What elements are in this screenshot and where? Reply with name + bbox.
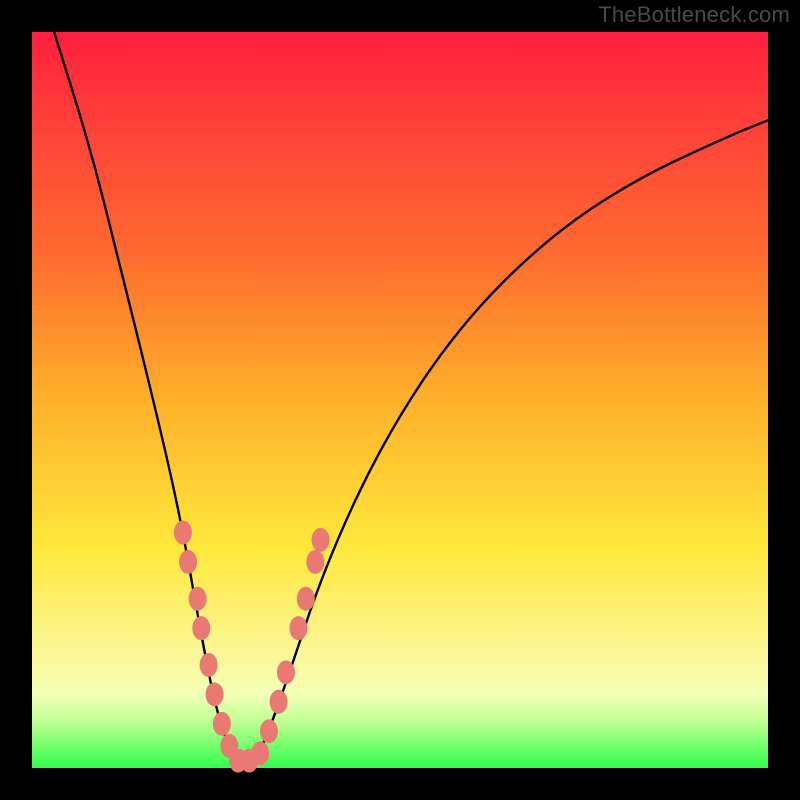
- data-point: [297, 587, 315, 611]
- data-point: [277, 660, 295, 684]
- data-point: [200, 653, 218, 677]
- chart-container: TheBottleneck.com: [0, 0, 800, 800]
- chart-svg: [32, 32, 768, 768]
- data-point: [189, 587, 207, 611]
- data-point: [289, 616, 307, 640]
- scatter-group: [174, 520, 330, 772]
- data-point: [192, 616, 210, 640]
- watermark-text: TheBottleneck.com: [598, 2, 790, 28]
- data-point: [213, 712, 231, 736]
- data-point: [306, 550, 324, 574]
- data-point: [179, 550, 197, 574]
- plot-area: [32, 32, 768, 768]
- data-point: [251, 741, 269, 765]
- data-point: [260, 719, 278, 743]
- data-point: [174, 520, 192, 544]
- v-curve-path: [54, 32, 768, 764]
- data-point: [270, 690, 288, 714]
- data-point: [206, 682, 224, 706]
- data-point: [312, 528, 330, 552]
